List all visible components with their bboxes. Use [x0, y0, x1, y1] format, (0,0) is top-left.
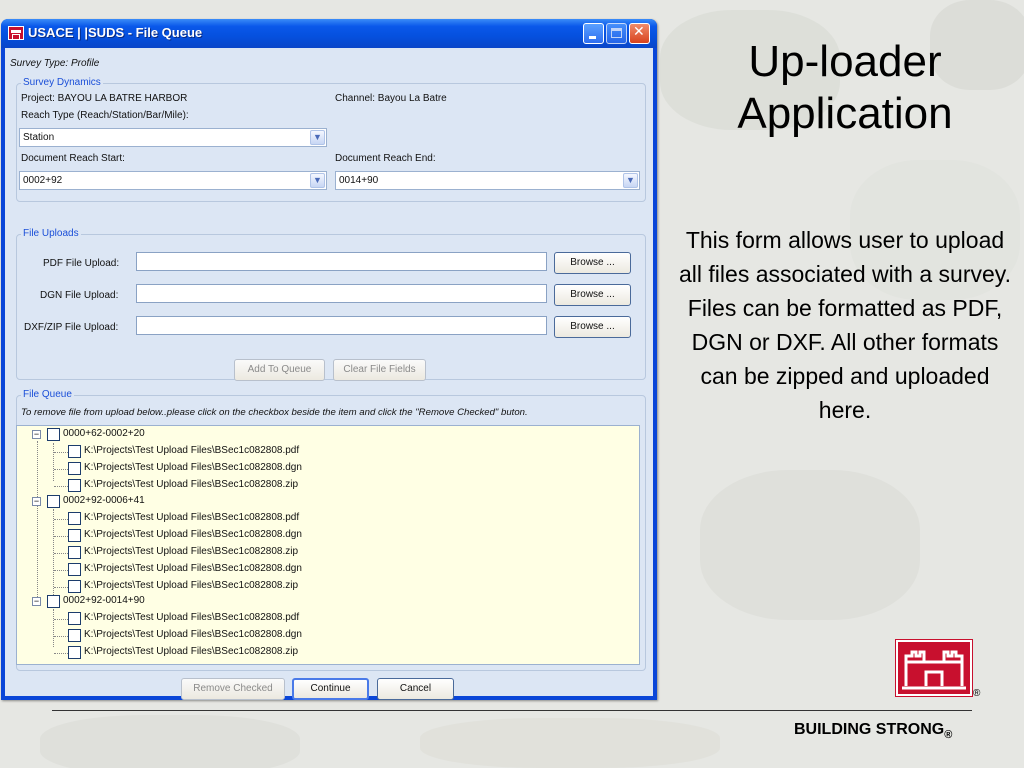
dxf-zip-upload-input[interactable]	[136, 316, 547, 335]
file-checkbox[interactable]	[68, 646, 81, 659]
remove-checked-button[interactable]: Remove Checked	[181, 678, 285, 700]
collapse-icon[interactable]: −	[32, 430, 41, 439]
project-label: Project: BAYOU LA BATRE HARBOR	[21, 93, 188, 104]
queue-file-path: K:\Projects\Test Upload Files\BSec1c0828…	[84, 462, 302, 473]
maximize-button[interactable]	[606, 23, 627, 44]
queue-file-path: K:\Projects\Test Upload Files\BSec1c0828…	[84, 580, 298, 591]
reach-type-value: Station	[23, 132, 55, 143]
usace-castle-icon	[8, 26, 24, 40]
file-checkbox[interactable]	[68, 629, 81, 642]
dgn-upload-input[interactable]	[136, 284, 547, 303]
file-checkbox[interactable]	[68, 563, 81, 576]
channel-label: Channel: Bayou La Batre	[335, 93, 447, 104]
survey-type-label: Survey Type: Profile	[10, 58, 100, 69]
file-queue-instructions: To remove file from upload below..please…	[21, 407, 528, 418]
collapse-icon[interactable]: −	[32, 497, 41, 506]
dgn-upload-label: DGN File Upload:	[40, 290, 119, 301]
reach-start-value: 0002+92	[23, 175, 63, 186]
queue-file-path: K:\Projects\Test Upload Files\BSec1c0828…	[84, 612, 300, 623]
reach-end-value: 0014+90	[339, 175, 379, 186]
queue-file-path: K:\Projects\Test Upload Files\BSec1c0828…	[84, 646, 298, 657]
queue-group-label: 0002+92-0014+90	[63, 595, 145, 606]
queue-file-path: K:\Projects\Test Upload Files\BSec1c0828…	[84, 629, 302, 640]
queue-file-path: K:\Projects\Test Upload Files\BSec1c0828…	[84, 529, 302, 540]
reach-start-label: Document Reach Start:	[21, 153, 125, 164]
chevron-down-icon[interactable]: ▼	[623, 173, 638, 188]
reach-end-select[interactable]: 0014+90 ▼	[335, 171, 640, 190]
usace-castle-logo	[896, 640, 972, 696]
file-checkbox[interactable]	[68, 580, 81, 593]
footer-registered-mark: ®	[944, 729, 953, 742]
file-queue-window: USACE | |SUDS - File Queue Survey Type: …	[1, 19, 657, 700]
file-checkbox[interactable]	[68, 529, 81, 542]
group-checkbox[interactable]	[47, 595, 60, 608]
reach-start-select[interactable]: 0002+92 ▼	[19, 171, 327, 190]
chevron-down-icon[interactable]: ▼	[310, 173, 325, 188]
queue-group-label: 0002+92-0006+41	[63, 495, 145, 506]
queue-file-path: K:\Projects\Test Upload Files\BSec1c0828…	[84, 512, 300, 523]
file-queue-legend: File Queue	[21, 389, 74, 400]
add-to-queue-button[interactable]: Add To Queue	[234, 359, 325, 381]
file-checkbox[interactable]	[68, 445, 81, 458]
dxf-zip-browse-button[interactable]: Browse ...	[554, 316, 631, 338]
file-checkbox[interactable]	[68, 479, 81, 492]
logo-registered-mark: ®	[973, 688, 981, 699]
queue-file-path: K:\Projects\Test Upload Files\BSec1c0828…	[84, 546, 298, 557]
slide-title: Up-loader Application	[737, 37, 953, 138]
pdf-upload-input[interactable]	[136, 252, 547, 271]
file-checkbox[interactable]	[68, 612, 81, 625]
queue-file-path: K:\Projects\Test Upload Files\BSec1c0828…	[84, 479, 298, 490]
footer-divider	[52, 710, 972, 711]
pdf-browse-button[interactable]: Browse ...	[554, 252, 631, 274]
collapse-icon[interactable]: −	[32, 597, 41, 606]
reach-type-select[interactable]: Station ▼	[19, 128, 327, 147]
window-title: USACE | |SUDS - File Queue	[28, 25, 203, 40]
dxf-zip-upload-label: DXF/ZIP File Upload:	[24, 322, 119, 333]
dgn-browse-button[interactable]: Browse ...	[554, 284, 631, 306]
footer-text: BUILDING STRONG	[794, 721, 945, 738]
pdf-upload-label: PDF File Upload:	[43, 258, 120, 269]
queue-file-path: K:\Projects\Test Upload Files\BSec1c0828…	[84, 563, 302, 574]
reach-type-label: Reach Type (Reach/Station/Bar/Mile):	[21, 110, 189, 121]
file-queue-tree[interactable]: − 0000+62-0002+20 K:\Projects\Test Uploa…	[16, 425, 640, 665]
file-checkbox[interactable]	[68, 462, 81, 475]
minimize-button[interactable]	[583, 23, 604, 44]
file-checkbox[interactable]	[68, 546, 81, 559]
file-uploads-legend: File Uploads	[21, 228, 81, 239]
queue-file-path: K:\Projects\Test Upload Files\BSec1c0828…	[84, 445, 300, 456]
group-checkbox[interactable]	[47, 495, 60, 508]
continue-button[interactable]: Continue	[292, 678, 369, 700]
close-button[interactable]	[629, 23, 650, 44]
reach-end-label: Document Reach End:	[335, 153, 436, 164]
slide-body-text: This form allows user to upload all file…	[679, 227, 1011, 423]
footer-tagline: BUILDING STRONG®	[794, 721, 952, 741]
castle-icon	[902, 650, 966, 690]
cancel-button[interactable]: Cancel	[377, 678, 454, 700]
window-client-area: Survey Type: Profile Survey Dynamics Pro…	[5, 48, 653, 700]
clear-file-fields-button[interactable]: Clear File Fields	[333, 359, 426, 381]
window-titlebar[interactable]: USACE | |SUDS - File Queue	[1, 19, 657, 48]
group-checkbox[interactable]	[47, 428, 60, 441]
file-checkbox[interactable]	[68, 512, 81, 525]
survey-dynamics-legend: Survey Dynamics	[21, 77, 103, 88]
chevron-down-icon[interactable]: ▼	[310, 130, 325, 145]
queue-group-label: 0000+62-0002+20	[63, 428, 145, 439]
